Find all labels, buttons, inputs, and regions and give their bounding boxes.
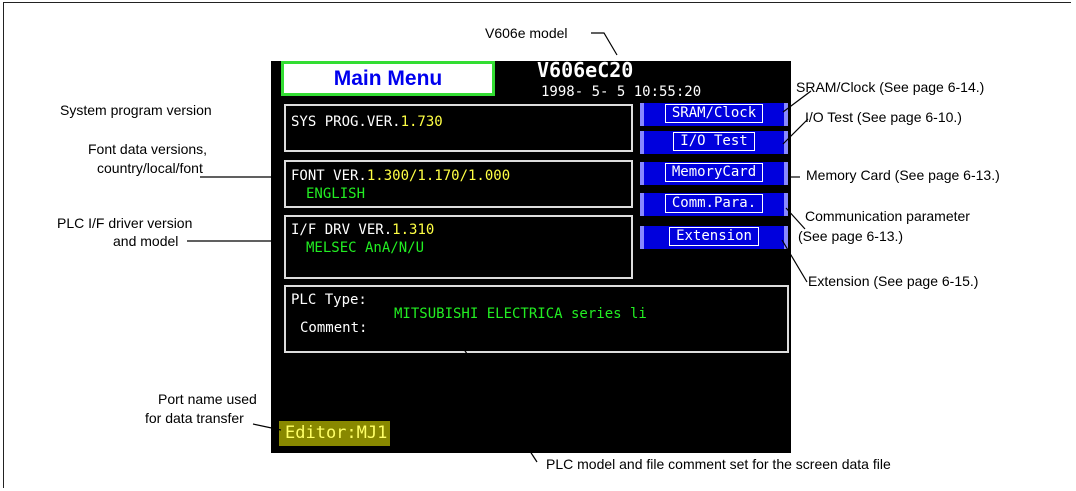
callout-font-line1: Font data versions, (88, 141, 208, 157)
callout-driver-line1: PLC I/F driver version (57, 215, 193, 231)
callout-extension: Extension (See page 6-15.) (808, 273, 979, 289)
leader-comm (785, 207, 806, 230)
leader-plc (457, 339, 538, 463)
callout-io: I/O Test (See page 6-10.) (805, 109, 962, 125)
leader-model (591, 32, 618, 56)
callout-sram: SRAM/Clock (See page 6-14.) (796, 79, 985, 95)
callout-comm-line2: (See page 6-13.) (798, 228, 904, 244)
callout-memory: Memory Card (See page 6-13.) (806, 167, 1000, 183)
callout-driver-line2: and model (113, 233, 179, 249)
callout-comm-line1: Communication parameter (805, 208, 970, 224)
leader-extension (781, 239, 808, 283)
callout-font-line2: country/local/font (97, 160, 203, 176)
leader-port (252, 423, 282, 431)
callout-plc-model: PLC model and file comment set for the s… (546, 456, 891, 472)
callout-port-line1: Port name used (158, 391, 257, 407)
callout-port-line2: for data transfer (145, 410, 244, 426)
callout-system-program: System program version (60, 102, 212, 118)
callout-model: V606e model (485, 25, 568, 41)
